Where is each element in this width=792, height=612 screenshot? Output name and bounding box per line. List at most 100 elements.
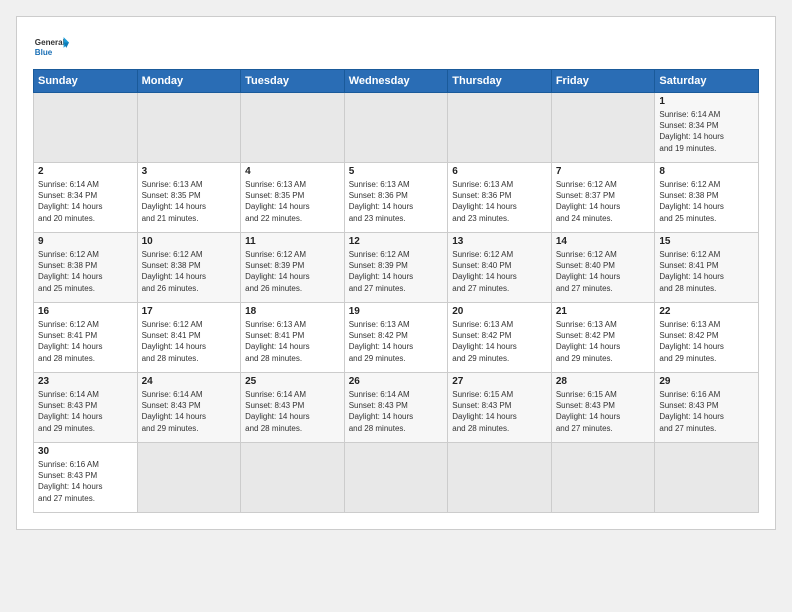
weekday-header-wednesday: Wednesday <box>344 70 448 93</box>
calendar-cell <box>241 443 345 513</box>
day-number: 25 <box>245 376 340 387</box>
calendar-cell: 28Sunrise: 6:15 AM Sunset: 8:43 PM Dayli… <box>551 373 655 443</box>
day-number: 27 <box>452 376 547 387</box>
day-info: Sunrise: 6:12 AM Sunset: 8:39 PM Dayligh… <box>349 249 444 294</box>
day-number: 14 <box>556 236 651 247</box>
calendar-cell: 2 Sunrise: 6:14 AM Sunset: 8:34 PM Daylig… <box>34 163 138 233</box>
day-info: Sunrise: 6:13 AM Sunset: 8:36 PM Dayligh… <box>452 179 547 224</box>
calendar-cell: 30 Sunrise: 6:16 AM Sunset: 8:43 PM Dayli… <box>34 443 138 513</box>
calendar-cell <box>137 443 241 513</box>
svg-text:General: General <box>35 38 65 47</box>
calendar-cell <box>34 93 138 163</box>
calendar-cell: 10 Sunrise: 6:12 AM Sunset: 8:38 PM Dayli… <box>137 233 241 303</box>
calendar-cell <box>551 443 655 513</box>
day-number: 2 <box>38 166 133 177</box>
day-info: Sunrise: 6:13 AM Sunset: 8:42 PM Dayligh… <box>556 319 651 364</box>
day-info: Sunrise: 6:16 AM Sunset: 8:43 PM Dayligh… <box>38 459 133 504</box>
calendar-page: General Blue SundayMondayTuesdayWednesda… <box>16 16 776 530</box>
calendar-cell: 4 Sunrise: 6:13 AM Sunset: 8:35 PM Daylig… <box>241 163 345 233</box>
day-number: 24 <box>142 376 237 387</box>
calendar-cell <box>344 443 448 513</box>
generalblue-logo-icon: General Blue <box>33 33 69 61</box>
day-number: 11 <box>245 236 340 247</box>
day-number: 10 <box>142 236 237 247</box>
day-info: Sunrise: 6:15 AM Sunset: 8:43 PM Dayligh… <box>556 389 651 434</box>
header: General Blue <box>33 33 759 61</box>
day-info: Sunrise: 6:13 AM Sunset: 8:42 PM Dayligh… <box>659 319 754 364</box>
calendar-cell <box>344 93 448 163</box>
weekday-header-thursday: Thursday <box>448 70 552 93</box>
day-number: 13 <box>452 236 547 247</box>
day-info: Sunrise: 6:13 AM Sunset: 8:36 PM Dayligh… <box>349 179 444 224</box>
day-number: 4 <box>245 166 340 177</box>
calendar-cell: 7Sunrise: 6:12 AM Sunset: 8:37 PM Daylig… <box>551 163 655 233</box>
day-number: 16 <box>38 306 133 317</box>
day-info: Sunrise: 6:12 AM Sunset: 8:38 PM Dayligh… <box>38 249 133 294</box>
calendar-week-row: 23 Sunrise: 6:14 AM Sunset: 8:43 PM Dayli… <box>34 373 759 443</box>
calendar-cell: 20Sunrise: 6:13 AM Sunset: 8:42 PM Dayli… <box>448 303 552 373</box>
svg-text:Blue: Blue <box>35 48 53 57</box>
calendar-cell: 11 Sunrise: 6:12 AM Sunset: 8:39 PM Dayli… <box>241 233 345 303</box>
calendar-cell <box>655 443 759 513</box>
calendar-cell: 25 Sunrise: 6:14 AM Sunset: 8:43 PM Dayli… <box>241 373 345 443</box>
day-info: Sunrise: 6:14 AM Sunset: 8:34 PM Dayligh… <box>659 109 754 154</box>
day-number: 3 <box>142 166 237 177</box>
day-number: 5 <box>349 166 444 177</box>
day-number: 23 <box>38 376 133 387</box>
day-info: Sunrise: 6:15 AM Sunset: 8:43 PM Dayligh… <box>452 389 547 434</box>
calendar-cell: 19Sunrise: 6:13 AM Sunset: 8:42 PM Dayli… <box>344 303 448 373</box>
day-info: Sunrise: 6:14 AM Sunset: 8:43 PM Dayligh… <box>349 389 444 434</box>
day-info: Sunrise: 6:12 AM Sunset: 8:39 PM Dayligh… <box>245 249 340 294</box>
calendar-cell: 9 Sunrise: 6:12 AM Sunset: 8:38 PM Daylig… <box>34 233 138 303</box>
calendar-cell: 8Sunrise: 6:12 AM Sunset: 8:38 PM Daylig… <box>655 163 759 233</box>
calendar-week-row: 30 Sunrise: 6:16 AM Sunset: 8:43 PM Dayli… <box>34 443 759 513</box>
day-number: 29 <box>659 376 754 387</box>
calendar-cell <box>241 93 345 163</box>
day-info: Sunrise: 6:16 AM Sunset: 8:43 PM Dayligh… <box>659 389 754 434</box>
day-number: 9 <box>38 236 133 247</box>
calendar-cell: 24Sunrise: 6:14 AM Sunset: 8:43 PM Dayli… <box>137 373 241 443</box>
calendar-cell: 1 Sunrise: 6:14 AM Sunset: 8:34 PM Daylig… <box>655 93 759 163</box>
calendar-cell: 21 Sunrise: 6:13 AM Sunset: 8:42 PM Dayli… <box>551 303 655 373</box>
logo: General Blue <box>33 33 69 61</box>
calendar-cell: 15Sunrise: 6:12 AM Sunset: 8:41 PM Dayli… <box>655 233 759 303</box>
day-number: 18 <box>245 306 340 317</box>
day-number: 1 <box>659 96 754 107</box>
weekday-header-saturday: Saturday <box>655 70 759 93</box>
calendar-week-row: 1 Sunrise: 6:14 AM Sunset: 8:34 PM Daylig… <box>34 93 759 163</box>
calendar-week-row: 2 Sunrise: 6:14 AM Sunset: 8:34 PM Daylig… <box>34 163 759 233</box>
day-number: 6 <box>452 166 547 177</box>
day-info: Sunrise: 6:14 AM Sunset: 8:43 PM Dayligh… <box>245 389 340 434</box>
day-info: Sunrise: 6:12 AM Sunset: 8:40 PM Dayligh… <box>556 249 651 294</box>
calendar-cell <box>137 93 241 163</box>
day-number: 30 <box>38 446 133 457</box>
calendar-cell: 5 Sunrise: 6:13 AM Sunset: 8:36 PM Daylig… <box>344 163 448 233</box>
calendar-table: SundayMondayTuesdayWednesdayThursdayFrid… <box>33 69 759 513</box>
calendar-cell <box>448 93 552 163</box>
day-number: 26 <box>349 376 444 387</box>
calendar-cell <box>551 93 655 163</box>
calendar-cell: 13Sunrise: 6:12 AM Sunset: 8:40 PM Dayli… <box>448 233 552 303</box>
day-number: 22 <box>659 306 754 317</box>
day-info: Sunrise: 6:13 AM Sunset: 8:42 PM Dayligh… <box>452 319 547 364</box>
calendar-cell: 27 Sunrise: 6:15 AM Sunset: 8:43 PM Dayli… <box>448 373 552 443</box>
calendar-cell: 17Sunrise: 6:12 AM Sunset: 8:41 PM Dayli… <box>137 303 241 373</box>
day-info: Sunrise: 6:13 AM Sunset: 8:42 PM Dayligh… <box>349 319 444 364</box>
day-info: Sunrise: 6:12 AM Sunset: 8:41 PM Dayligh… <box>38 319 133 364</box>
day-info: Sunrise: 6:12 AM Sunset: 8:41 PM Dayligh… <box>659 249 754 294</box>
day-info: Sunrise: 6:13 AM Sunset: 8:35 PM Dayligh… <box>245 179 340 224</box>
weekday-header-monday: Monday <box>137 70 241 93</box>
calendar-cell: 26 Sunrise: 6:14 AM Sunset: 8:43 PM Dayli… <box>344 373 448 443</box>
calendar-week-row: 9 Sunrise: 6:12 AM Sunset: 8:38 PM Daylig… <box>34 233 759 303</box>
calendar-cell: 6 Sunrise: 6:13 AM Sunset: 8:36 PM Daylig… <box>448 163 552 233</box>
calendar-cell: 22 Sunrise: 6:13 AM Sunset: 8:42 PM Dayli… <box>655 303 759 373</box>
day-info: Sunrise: 6:12 AM Sunset: 8:38 PM Dayligh… <box>142 249 237 294</box>
day-info: Sunrise: 6:14 AM Sunset: 8:34 PM Dayligh… <box>38 179 133 224</box>
day-info: Sunrise: 6:13 AM Sunset: 8:41 PM Dayligh… <box>245 319 340 364</box>
calendar-cell: 18 Sunrise: 6:13 AM Sunset: 8:41 PM Dayli… <box>241 303 345 373</box>
day-info: Sunrise: 6:13 AM Sunset: 8:35 PM Dayligh… <box>142 179 237 224</box>
day-number: 17 <box>142 306 237 317</box>
calendar-cell: 29 Sunrise: 6:16 AM Sunset: 8:43 PM Dayli… <box>655 373 759 443</box>
day-info: Sunrise: 6:12 AM Sunset: 8:37 PM Dayligh… <box>556 179 651 224</box>
day-number: 21 <box>556 306 651 317</box>
